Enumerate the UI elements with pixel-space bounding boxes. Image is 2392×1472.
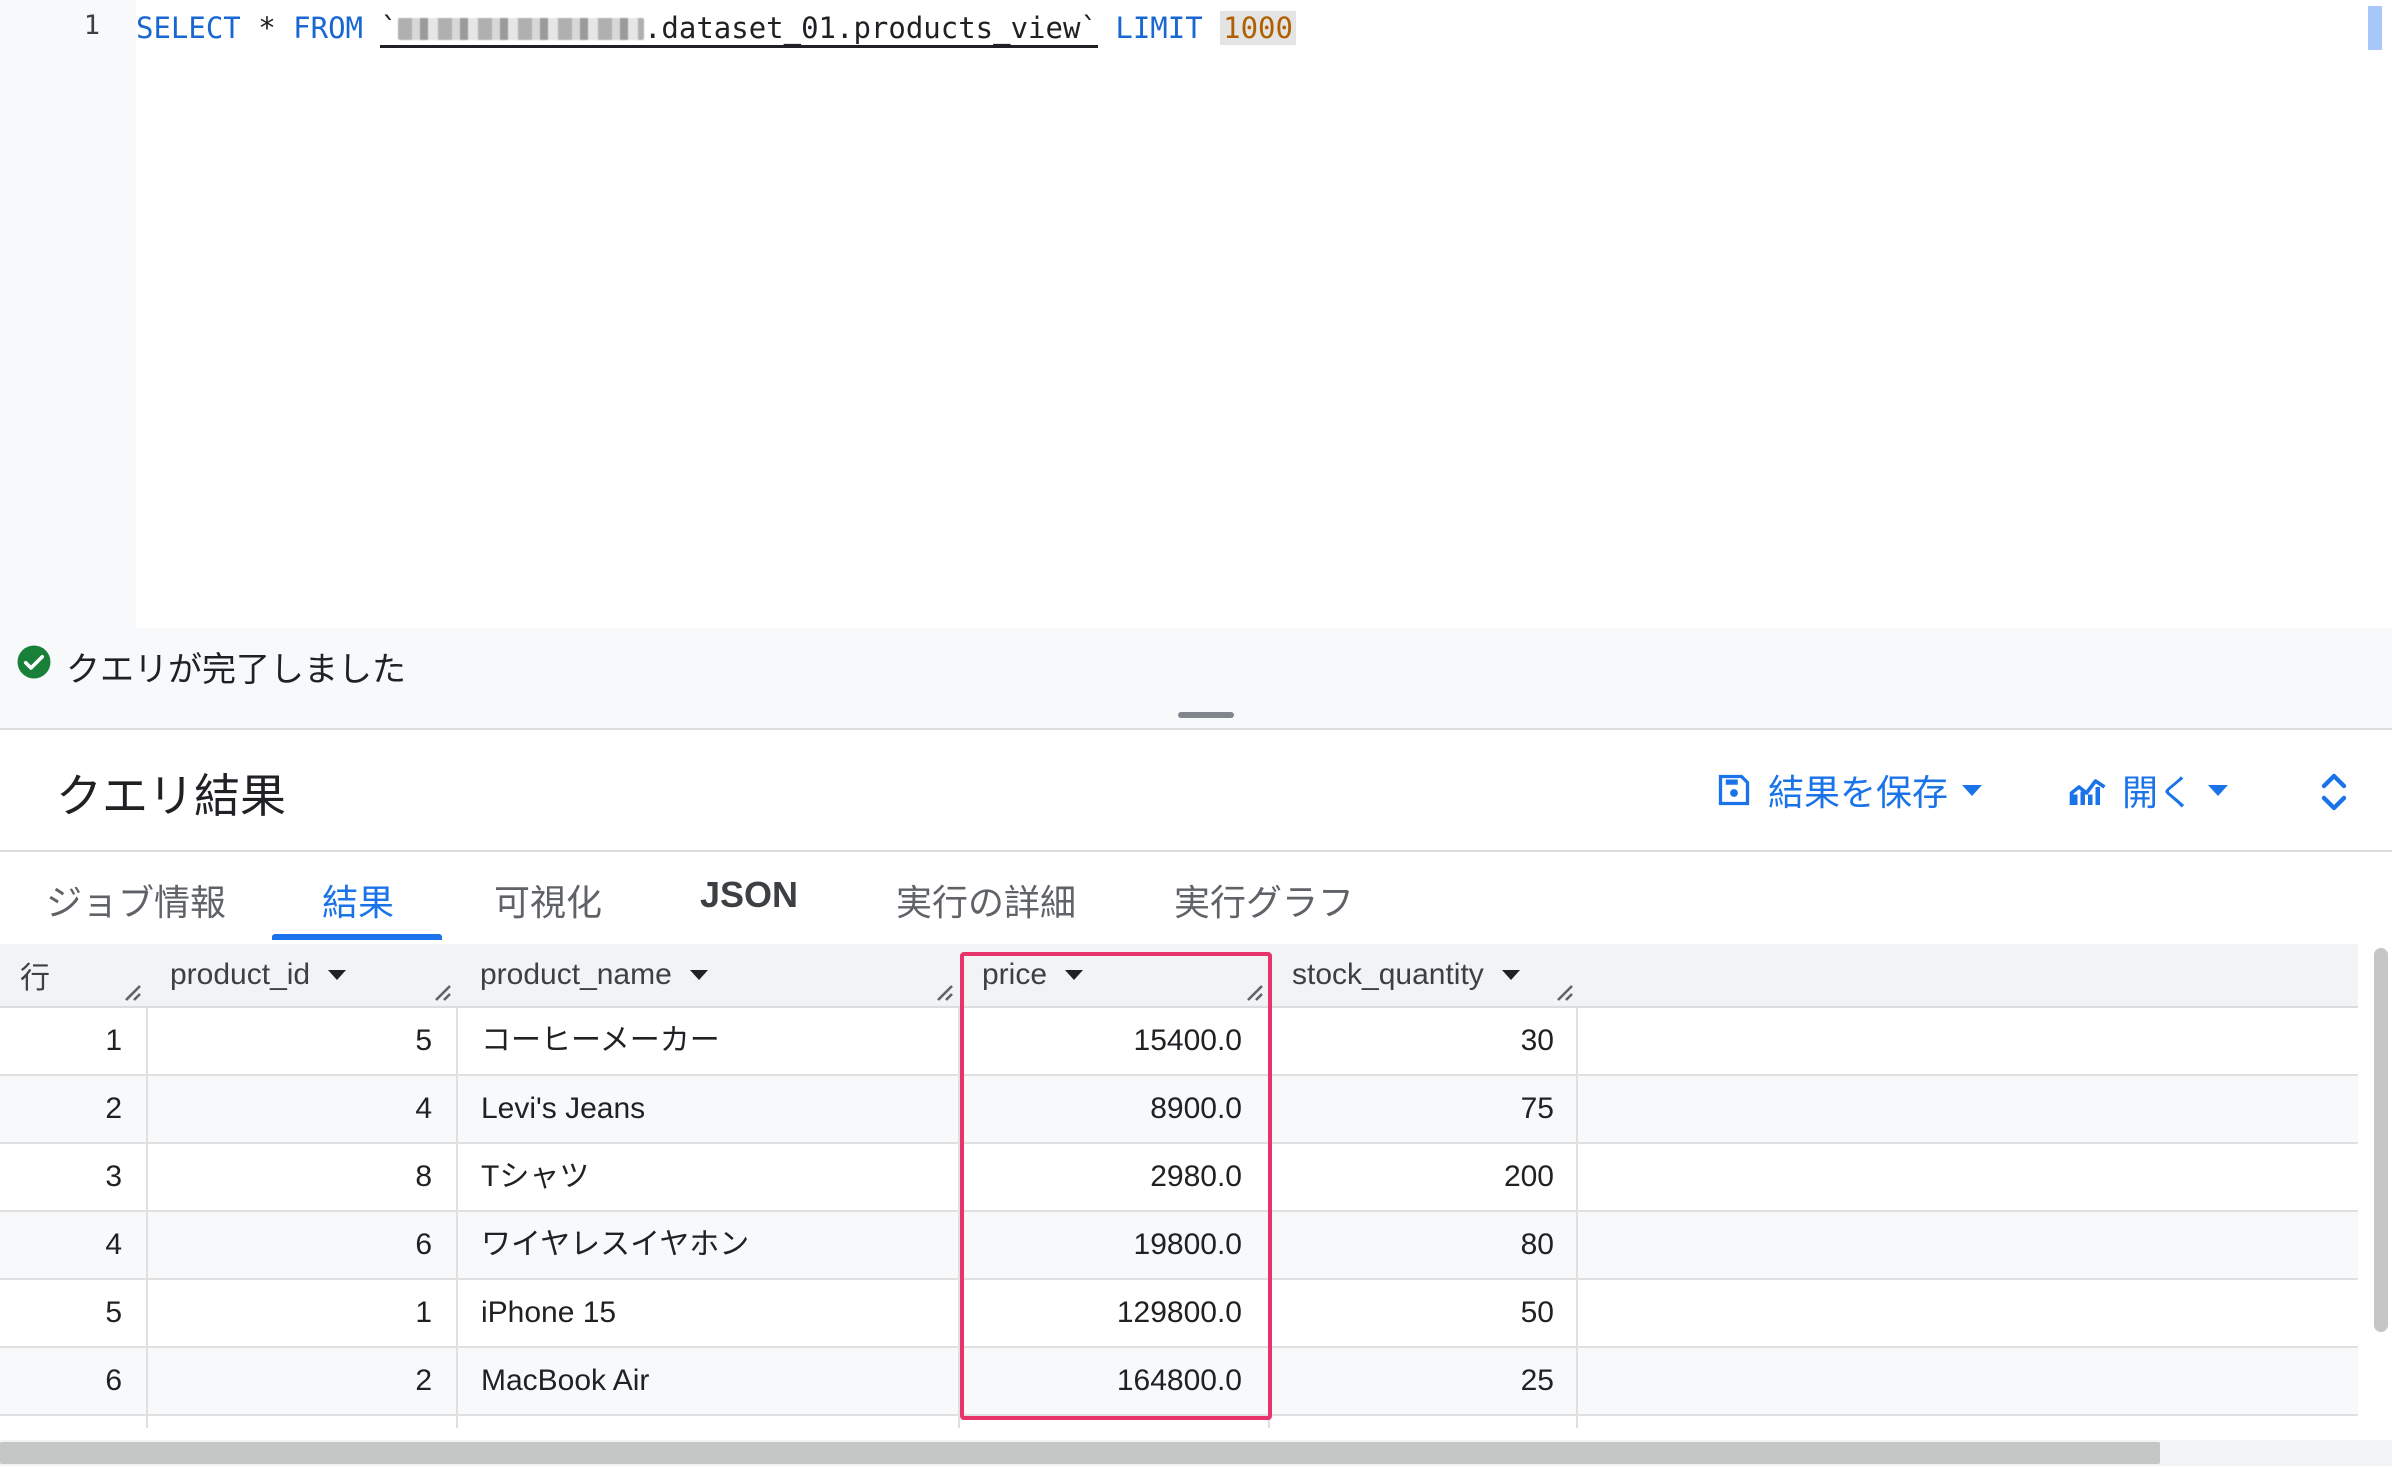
save-icon [1718, 774, 1750, 806]
tab-results[interactable]: 結果 [322, 874, 394, 926]
column-divider [958, 1008, 960, 1428]
sql-code-line[interactable]: SELECT * FROM ` .dataset_01.products_view… [136, 8, 1296, 48]
chart-icon [2069, 779, 2106, 805]
results-table: 行 product_id product_name price stock_qu… [0, 944, 2358, 1428]
header-product-id[interactable]: product_id [170, 944, 347, 1006]
save-results-button[interactable]: 結果を保存 [1716, 766, 1983, 814]
cell-product-name: ワイヤレスイヤホン [481, 1228, 750, 1261]
cell-row-number: 5 [105, 1296, 122, 1329]
tab-visualization[interactable]: 可視化 [494, 874, 602, 926]
kw-limit: LIMIT [1115, 11, 1203, 45]
cell-product-id: 1 [415, 1296, 432, 1329]
chevron-down-icon [2208, 784, 2229, 796]
cell-product-name: MacBook Air [481, 1364, 650, 1397]
save-results-label: 結果を保存 [1768, 772, 1949, 813]
sort-down-icon[interactable] [1501, 970, 1520, 980]
tab-execution-graph[interactable]: 実行グラフ [1174, 874, 1354, 926]
vertical-scrollbar[interactable] [2374, 948, 2388, 1332]
header-stock-quantity[interactable]: stock_quantity [1292, 944, 1520, 1006]
cell-product-name: Levi's Jeans [481, 1092, 646, 1125]
column-divider [146, 1008, 148, 1428]
cell-product-name: Tシャツ [481, 1160, 590, 1193]
cell-row-number: 6 [105, 1364, 122, 1397]
cell-product-id: 8 [415, 1160, 432, 1193]
open-button[interactable]: 開く [2068, 766, 2229, 814]
cell-row-number: 2 [105, 1092, 122, 1125]
cell-product-id: 5 [415, 1024, 432, 1057]
active-tab-indicator [272, 934, 442, 940]
sort-down-icon[interactable] [689, 970, 708, 980]
chevron-down-icon [1962, 784, 1983, 796]
table-row[interactable]: 5 1 iPhone 15 129800.0 50 [0, 1280, 2358, 1348]
cell-price: 15400.0 [1133, 1024, 1242, 1057]
cell-stock-quantity: 30 [1520, 1024, 1554, 1057]
cell-product-id: 2 [415, 1364, 432, 1397]
horizontal-scrollbar[interactable] [0, 1442, 2160, 1464]
tab-json[interactable]: JSON [700, 874, 798, 916]
table-row[interactable]: 3 8 Tシャツ 2980.0 200 [0, 1144, 2358, 1212]
column-divider [1576, 1008, 1578, 1428]
cell-price: 164800.0 [1116, 1364, 1242, 1397]
cell-stock-quantity: 75 [1520, 1092, 1554, 1125]
cell-stock-quantity: 80 [1520, 1228, 1554, 1261]
divider [0, 728, 2392, 730]
cell-stock-quantity: 200 [1503, 1160, 1554, 1193]
table-row[interactable]: 1 5 コーヒーメーカー 15400.0 30 [0, 1008, 2358, 1076]
table-row[interactable]: 2 4 Levi's Jeans 8900.0 75 [0, 1076, 2358, 1144]
cell-stock-quantity: 50 [1520, 1296, 1554, 1329]
backtick: ` [380, 11, 398, 45]
table-row[interactable]: 6 2 MacBook Air 164800.0 25 [0, 1348, 2358, 1416]
open-label: 開く [2122, 772, 2195, 813]
sort-down-icon[interactable] [328, 970, 347, 980]
cell-price: 2980.0 [1150, 1160, 1242, 1193]
column-divider [1268, 1008, 1270, 1428]
column-resize-icon[interactable] [1554, 982, 1574, 1002]
sql-editor[interactable]: 1 SELECT * FROM ` .dataset_01.products_vi… [0, 0, 2392, 628]
header-row-number: 行 [20, 962, 50, 995]
column-resize-icon[interactable] [432, 982, 452, 1002]
tab-job-info[interactable]: ジョブ情報 [46, 874, 226, 926]
column-resize-icon[interactable] [122, 982, 142, 1002]
status-text: クエリが完了しました [66, 651, 406, 689]
table-header: 行 product_id product_name price stock_qu… [0, 944, 2358, 1008]
line-number: 1 [83, 10, 100, 41]
line-gutter: 1 [0, 0, 136, 628]
cell-product-id: 4 [415, 1092, 432, 1125]
cell-product-name: コーヒーメーカー [481, 1024, 720, 1057]
table-reference[interactable]: ` .dataset_01.products_view` [380, 11, 1098, 48]
expand-panel-icon[interactable] [2318, 770, 2350, 814]
query-status-bar: クエリが完了しました [0, 628, 2392, 728]
redacted-project-id [397, 18, 644, 40]
table-path: .dataset_01.products_view` [643, 11, 1098, 45]
cell-product-id: 6 [415, 1228, 432, 1261]
cell-row-number: 3 [105, 1160, 122, 1193]
tab-execution-details[interactable]: 実行の詳細 [896, 874, 1076, 926]
column-resize-icon[interactable] [934, 982, 954, 1002]
kw-select: SELECT [136, 11, 241, 45]
cell-row-number: 1 [105, 1024, 122, 1057]
header-price[interactable]: price [982, 944, 1084, 1006]
column-divider [456, 1008, 458, 1428]
editor-scrollbar[interactable] [2368, 6, 2382, 50]
cell-product-name: iPhone 15 [481, 1296, 617, 1329]
sort-down-icon[interactable] [1065, 970, 1084, 980]
select-star: * [240, 11, 294, 45]
panel-resize-handle[interactable] [1178, 712, 1234, 718]
kw-from: FROM [293, 11, 363, 45]
limit-value: 1000 [1220, 11, 1296, 45]
table-row[interactable]: 4 6 ワイヤレスイヤホン 19800.0 80 [0, 1212, 2358, 1280]
cell-price: 8900.0 [1150, 1092, 1242, 1125]
cell-price: 19800.0 [1133, 1228, 1242, 1261]
cell-row-number: 4 [105, 1228, 122, 1261]
results-title: クエリ結果 [56, 770, 286, 822]
cell-price: 129800.0 [1116, 1296, 1242, 1329]
header-product-name[interactable]: product_name [480, 944, 708, 1006]
column-resize-icon[interactable] [1244, 982, 1264, 1002]
check-circle-icon [17, 645, 51, 679]
cell-stock-quantity: 25 [1520, 1364, 1554, 1397]
results-tabs: ジョブ情報 結果 可視化 JSON 実行の詳細 実行グラフ [0, 852, 2392, 944]
